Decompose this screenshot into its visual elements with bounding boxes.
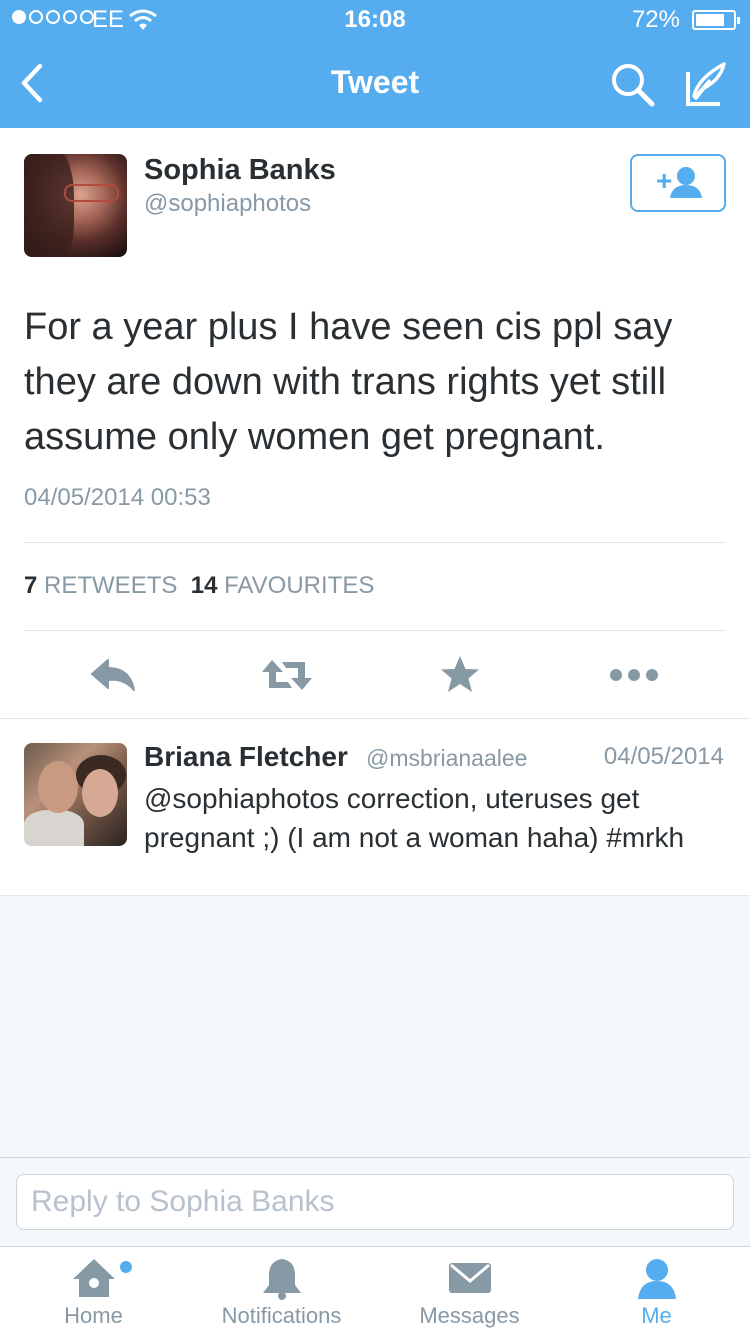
reply-author-handle[interactable]: @msbrianaalee	[366, 745, 527, 772]
follow-button[interactable]: +	[630, 154, 726, 212]
envelope-icon	[448, 1263, 491, 1293]
battery-icon	[692, 10, 740, 30]
tab-label: Home	[64, 1303, 123, 1328]
tweet-timestamp: 04/05/2014 00:53	[24, 484, 211, 511]
new-items-dot	[120, 1261, 132, 1273]
author-handle[interactable]: @sophiaphotos	[144, 190, 311, 218]
reply-author-name[interactable]: Briana Fletcher	[144, 741, 348, 773]
reply-icon[interactable]	[88, 650, 138, 700]
reply-text: @sophiaphotos correction, uteruses get p…	[144, 783, 685, 853]
favourite-star-icon[interactable]	[438, 650, 482, 700]
reply-tweet[interactable]: Briana Fletcher @msbrianaalee 04/05/2014…	[0, 718, 750, 896]
engagement-counts: 7 RETWEETS 14 FAVOURITES	[24, 572, 374, 600]
tab-bar: Home Notifications Messages Me	[0, 1246, 750, 1334]
tab-label: Me	[641, 1303, 672, 1328]
bell-icon	[262, 1259, 301, 1300]
tab-label: Messages	[419, 1303, 520, 1328]
favourite-count[interactable]: 14	[191, 572, 218, 599]
search-icon[interactable]	[608, 60, 658, 110]
retweet-count[interactable]: 7	[24, 572, 37, 599]
reply-date: 04/05/2014	[603, 743, 724, 770]
reply-avatar[interactable]	[24, 743, 127, 846]
tweet-detail: Sophia Banks @sophiaphotos + For a year …	[0, 128, 750, 718]
reply-bar	[0, 1157, 750, 1246]
retweet-label[interactable]: RETWEETS	[44, 572, 177, 599]
tab-label: Notifications	[221, 1303, 342, 1328]
divider	[24, 630, 726, 631]
author-name[interactable]: Sophia Banks	[144, 154, 336, 187]
add-user-icon: +	[656, 165, 702, 198]
tab-home[interactable]: Home	[0, 1247, 187, 1334]
home-icon	[72, 1259, 115, 1297]
tab-me[interactable]: Me	[563, 1247, 750, 1334]
svg-text:+: +	[656, 165, 672, 196]
person-icon	[637, 1259, 676, 1299]
favourite-label[interactable]: FAVOURITES	[224, 572, 374, 599]
top-bar: EE 16:08 72% Tweet	[0, 0, 750, 128]
retweet-icon[interactable]	[258, 650, 316, 700]
status-bar: EE 16:08 72%	[0, 0, 750, 40]
divider	[24, 542, 726, 543]
compose-tweet-icon[interactable]	[680, 58, 732, 110]
battery-percentage: 72%	[631, 6, 680, 33]
tab-messages[interactable]: Messages	[376, 1247, 563, 1334]
more-icon[interactable]	[608, 650, 660, 700]
reply-input[interactable]	[16, 1174, 734, 1230]
tweet-text: For a year plus I have seen cis ppl say …	[24, 306, 673, 458]
author-avatar[interactable]	[24, 154, 127, 257]
tab-notifications[interactable]: Notifications	[188, 1247, 375, 1334]
